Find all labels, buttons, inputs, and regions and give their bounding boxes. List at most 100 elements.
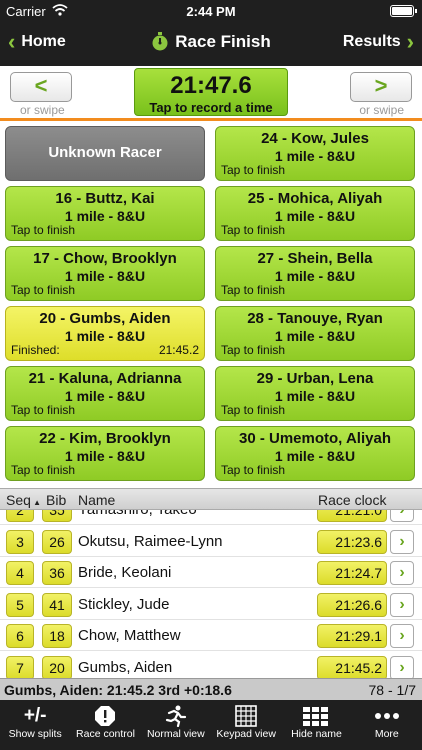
racer-button[interactable]: 20 - Gumbs, Aiden 1 mile - 8&U Finished: 21… xyxy=(5,306,205,361)
race-clock-cell: 21:21.0 xyxy=(317,510,387,522)
finish-list[interactable]: 235Yamashiro, Takeo21:21.0›326Okutsu, Ra… xyxy=(0,510,422,678)
navigation-bar: ‹ Home Race Finish Results › xyxy=(0,22,422,66)
racer-category: 1 mile - 8&U xyxy=(274,328,356,344)
runner-icon xyxy=(141,700,211,728)
keypad-view-label: Keypad view xyxy=(216,728,276,740)
table-row[interactable]: 2 35 Yamashiro, Takeo 21:21.0› xyxy=(0,510,422,525)
seq-column-header[interactable]: Seq ▲ xyxy=(6,492,41,508)
more-button[interactable]: More xyxy=(352,700,422,750)
racer-button[interactable]: 29 - Urban, Lena 1 mile - 8&U Tap to finis… xyxy=(215,366,415,421)
name-cell: Okutsu, Raimee-Lynn xyxy=(78,532,223,550)
results-button[interactable]: Results › xyxy=(342,31,414,53)
summary-text: Gumbs, Aiden: 21:45.2 3rd +0:18.6 xyxy=(4,682,232,698)
sort-ascending-icon: ▲ xyxy=(30,498,42,507)
race-control-button[interactable]: Race control xyxy=(70,700,140,750)
table-row[interactable]: 4 36 Bride, Keolani 21:24.7 › xyxy=(0,557,422,588)
bib-cell: 20 xyxy=(42,655,72,678)
more-label: More xyxy=(374,728,399,740)
bib-cell: 36 xyxy=(42,561,72,585)
racer-category: 1 mile - 8&U xyxy=(64,208,146,224)
bib-cell: 35 xyxy=(42,510,72,522)
racer-status: Tap to finish xyxy=(11,403,76,417)
record-time-button[interactable]: 21:47.6 Tap to record a time xyxy=(134,68,288,116)
name-cell: Gumbs, Aiden xyxy=(78,658,173,676)
battery-icon xyxy=(390,5,417,17)
racer-button[interactable]: 16 - Buttz, Kai 1 mile - 8&U Tap to finish xyxy=(5,186,205,241)
racer-name: 25 - Mohica, Aliyah xyxy=(247,190,383,207)
race-clock-column-header: Race clock xyxy=(318,492,387,508)
show-splits-button[interactable]: +/- Show splits xyxy=(0,700,70,750)
bib-column-header: Bib xyxy=(46,492,67,508)
racer-status: Tap to finish xyxy=(221,163,286,177)
row-detail-button[interactable]: › xyxy=(390,655,414,678)
row-detail-button[interactable]: › xyxy=(390,561,414,585)
keypad-view-button[interactable]: Keypad view xyxy=(211,700,281,750)
keypad-icon xyxy=(211,700,281,728)
racer-category: 1 mile - 8&U xyxy=(274,448,356,464)
seq-cell: 2 xyxy=(6,510,34,522)
racer-button[interactable]: Unknown Racer xyxy=(5,126,205,181)
racer-category: 1 mile - 8&U xyxy=(64,448,146,464)
show-splits-label: Show splits xyxy=(8,728,62,740)
racer-name: 28 - Tanouye, Ryan xyxy=(247,310,383,327)
racer-name: 17 - Chow, Brooklyn xyxy=(33,250,177,267)
next-page-button[interactable]: > xyxy=(350,72,412,102)
separator-bar xyxy=(0,118,422,121)
racer-button[interactable]: 17 - Chow, Brooklyn 1 mile - 8&U Tap to fi… xyxy=(5,246,205,301)
racer-name: 16 - Buttz, Kai xyxy=(55,190,155,207)
row-detail-button[interactable]: › xyxy=(390,624,414,648)
racer-button[interactable]: 30 - Umemoto, Aliyah 1 mile - 8&U Tap to f… xyxy=(215,426,415,481)
racer-status: Tap to finish xyxy=(221,463,286,477)
racer-name: 21 - Kaluna, Adrianna xyxy=(28,370,182,387)
normal-view-button[interactable]: Normal view xyxy=(141,700,211,750)
racer-button[interactable]: 21 - Kaluna, Adrianna 1 mile - 8&U Tap to … xyxy=(5,366,205,421)
record-time-hint: Tap to record a time xyxy=(149,100,273,115)
swipe-hint-right: or swipe xyxy=(359,103,404,117)
hide-name-button[interactable]: Hide name xyxy=(281,700,351,750)
row-detail-button[interactable]: › xyxy=(390,529,414,554)
race-clock-cell: 21:23.6 xyxy=(317,529,387,554)
racer-status: Tap to finish xyxy=(221,403,286,417)
bib-cell: 26 xyxy=(42,529,72,554)
racer-status: Tap to finish xyxy=(221,343,286,357)
finish-count: 78 - 1/7 xyxy=(368,682,416,698)
seq-cell: 6 xyxy=(6,624,34,648)
racer-status: Tap to finish xyxy=(11,223,76,237)
racer-category: 1 mile - 8&U xyxy=(274,388,356,404)
racer-button[interactable]: 28 - Tanouye, Ryan 1 mile - 8&U Tap to fin… xyxy=(215,306,415,361)
racer-name: Unknown Racer xyxy=(48,144,162,161)
row-detail-button[interactable]: › xyxy=(390,592,414,617)
plus-minus-icon: +/- xyxy=(23,705,47,726)
racer-button[interactable]: 22 - Kim, Brooklyn 1 mile - 8&U Tap to fin… xyxy=(5,426,205,481)
name-grid-icon xyxy=(281,700,351,728)
results-label: Results xyxy=(342,33,401,50)
table-row[interactable]: 5 41 Stickley, Jude 21:26.6 › xyxy=(0,589,422,620)
race-clock-cell: 21:26.6 xyxy=(317,592,387,617)
clock-row: < or swipe 21:47.6 Tap to record a time … xyxy=(0,66,422,118)
seq-cell: 5 xyxy=(6,592,34,617)
table-row[interactable]: 3 26 Okutsu, Raimee-Lynn 21:23.6 › xyxy=(0,526,422,557)
normal-view-label: Normal view xyxy=(146,728,205,740)
row-detail-button[interactable]: › xyxy=(390,510,414,522)
racer-button[interactable]: 27 - Shein, Bella 1 mile - 8&U Tap to fini… xyxy=(215,246,415,301)
seq-cell: 4 xyxy=(6,561,34,585)
title-text: Race Finish xyxy=(175,32,271,51)
race-clock-cell: 21:24.7 xyxy=(317,561,387,585)
racer-category: 1 mile - 8&U xyxy=(274,268,356,284)
swipe-hint-left: or swipe xyxy=(20,103,65,117)
racer-button[interactable]: 25 - Mohica, Aliyah 1 mile - 8&U Tap to fi… xyxy=(215,186,415,241)
racer-status: Tap to finish xyxy=(221,223,286,237)
bib-cell: 41 xyxy=(42,592,72,617)
bottom-toolbar: +/- Show splits Race control Normal view… xyxy=(0,700,422,750)
name-cell: Bride, Keolani xyxy=(78,564,172,581)
racer-status: Finished: xyxy=(11,343,60,357)
finish-table-header: Seq ▲ Bib Name Race clock xyxy=(0,488,422,510)
table-row[interactable]: 6 18 Chow, Matthew 21:29.1 › xyxy=(0,620,422,651)
table-row[interactable]: 7 20 Gumbs, Aiden 21:45.2 › xyxy=(0,652,422,678)
racer-category: 1 mile - 8&U xyxy=(274,208,356,224)
racer-name: 24 - Kow, Jules xyxy=(261,130,369,147)
racer-status: Tap to finish xyxy=(221,283,286,297)
racer-button[interactable]: 24 - Kow, Jules 1 mile - 8&U Tap to finish xyxy=(215,126,415,181)
racer-name: 20 - Gumbs, Aiden xyxy=(39,310,171,327)
previous-page-button[interactable]: < xyxy=(10,72,72,102)
